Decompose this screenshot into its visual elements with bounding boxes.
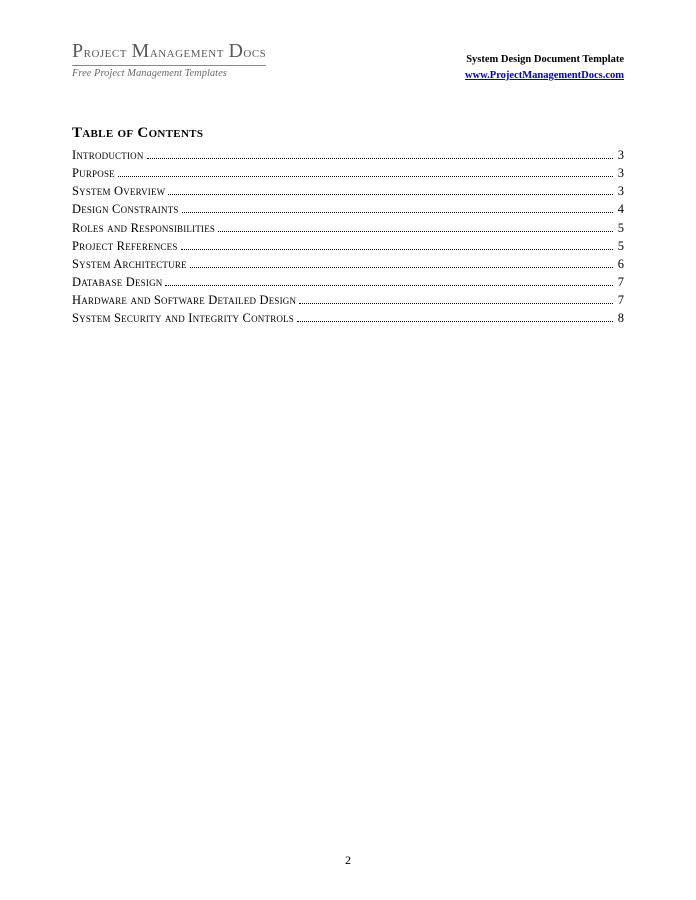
page-number: 2	[0, 853, 696, 868]
brand-title: Project Management Docs	[72, 40, 266, 63]
toc-entry-label: Introduction	[72, 146, 144, 164]
toc-entry-label: Design Constraints	[72, 200, 179, 218]
toc-dots	[299, 303, 613, 304]
toc-list: Introduction 3 Purpose 3 System Overview…	[72, 146, 624, 327]
doc-meta-title: System Design Document Template	[465, 54, 624, 65]
toc-dots	[165, 285, 612, 286]
toc-entry-page: 8	[616, 309, 624, 327]
toc-dots	[181, 249, 613, 250]
toc-entry: Hardware and Software Detailed Design 7	[72, 291, 624, 309]
doc-meta: System Design Document Template www.Proj…	[465, 54, 624, 83]
toc-entry-page: 4	[616, 200, 624, 218]
toc-entry: Database Design 7	[72, 273, 624, 291]
toc-entry-page: 6	[616, 255, 624, 273]
toc-entry: Design Constraints 4	[72, 200, 624, 218]
toc-entry-label: Database Design	[72, 273, 162, 291]
toc-entry: Roles and Responsibilities 5	[72, 219, 624, 237]
toc-entry-label: Hardware and Software Detailed Design	[72, 291, 296, 309]
page-header: Project Management Docs Free Project Man…	[72, 40, 624, 83]
toc-dots	[182, 212, 613, 213]
toc-entry: System Security and Integrity Controls 8	[72, 309, 624, 327]
brand-block: Project Management Docs Free Project Man…	[72, 40, 266, 79]
toc-entry-page: 3	[616, 146, 624, 164]
toc-entry-page: 5	[616, 237, 624, 255]
toc-entry-label: System Overview	[72, 182, 165, 200]
toc-entry-label: System Architecture	[72, 255, 187, 273]
toc-dots	[190, 267, 613, 268]
toc-dots	[218, 231, 613, 232]
toc-entry: Purpose 3	[72, 164, 624, 182]
toc-dots	[297, 321, 613, 322]
toc-entry: Project References 5	[72, 237, 624, 255]
toc-entry-label: Purpose	[72, 164, 115, 182]
toc-entry-page: 7	[616, 273, 624, 291]
toc-entry: Introduction 3	[72, 146, 624, 164]
toc-entry-page: 3	[616, 164, 624, 182]
toc-entry-label: System Security and Integrity Controls	[72, 309, 294, 327]
toc-entry-page: 5	[616, 219, 624, 237]
toc-entry-page: 3	[616, 182, 624, 200]
toc-entry-label: Roles and Responsibilities	[72, 219, 215, 237]
toc-dots	[168, 194, 612, 195]
toc-entry-page: 7	[616, 291, 624, 309]
brand-subtitle: Free Project Management Templates	[72, 65, 266, 79]
toc-dots	[118, 176, 613, 177]
document-page: Project Management Docs Free Project Man…	[0, 0, 696, 900]
toc-entry: System Architecture 6	[72, 255, 624, 273]
toc-entry-label: Project References	[72, 237, 178, 255]
toc-entry: System Overview 3	[72, 182, 624, 200]
toc-dots	[147, 158, 613, 159]
toc-heading: Table of Contents	[72, 125, 624, 142]
doc-meta-link[interactable]: www.ProjectManagementDocs.com	[465, 70, 624, 81]
